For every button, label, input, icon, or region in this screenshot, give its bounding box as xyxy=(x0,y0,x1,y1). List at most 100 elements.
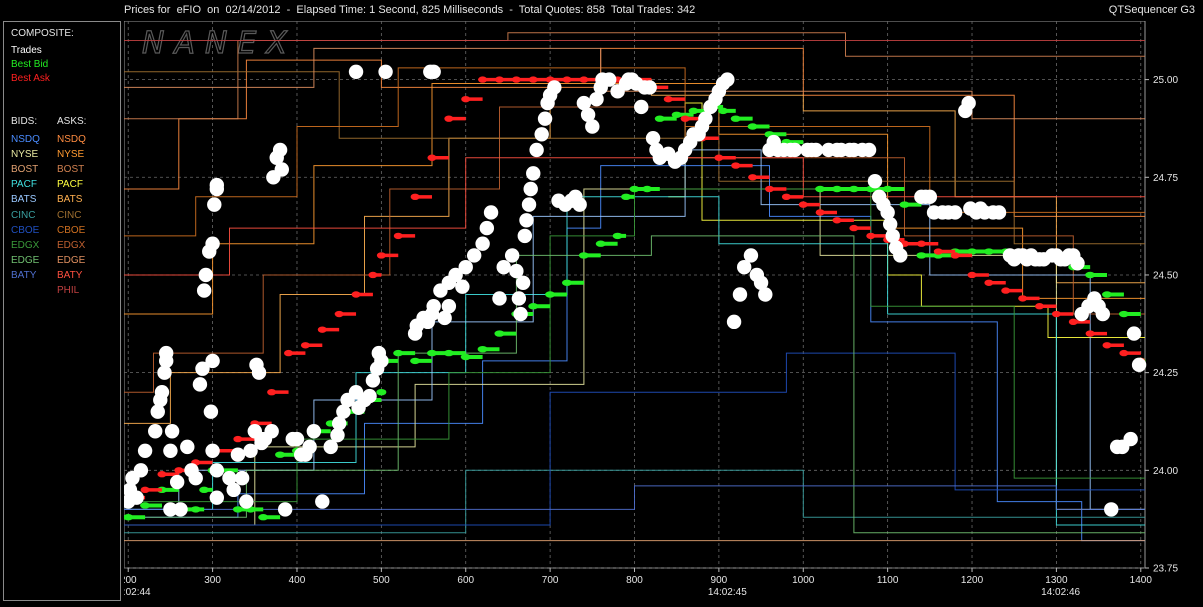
price-chart: NANEX 23.75 24.00 24.25 24.50 24.75 25.00 200… xyxy=(124,21,1178,598)
y-tick-label: 23.75 xyxy=(1153,564,1178,575)
trade-point xyxy=(758,287,773,302)
trade-point xyxy=(947,205,963,220)
trade-point xyxy=(1070,256,1085,271)
legend-bid-bost: BOST xyxy=(11,164,39,176)
trade-point xyxy=(537,111,553,126)
trade-point xyxy=(458,259,473,275)
trade-point xyxy=(867,173,883,189)
legend-bid-edgx: EDGX xyxy=(11,239,40,251)
trade-point xyxy=(348,64,364,79)
x-axis: 200 300 400 500 600 700 800 900 1000 1100 1200 1300… xyxy=(124,568,1152,598)
trade-point xyxy=(496,259,511,275)
trade-point xyxy=(264,424,279,439)
trade-point xyxy=(205,236,220,251)
trade-point xyxy=(154,384,170,400)
trade-point xyxy=(289,431,305,447)
trade-point xyxy=(585,119,600,134)
trade-point xyxy=(743,248,759,263)
legend-ask-bats: BATS xyxy=(57,194,83,206)
trade-point xyxy=(642,80,657,95)
trade-point xyxy=(306,424,322,439)
legend-ask-nsdq: NSDQ xyxy=(57,134,86,145)
x-tick-label: 200 xyxy=(124,575,137,586)
x-tick-label: 300 xyxy=(204,575,221,586)
trade-point xyxy=(601,72,617,87)
legend-ask-edge: EDGE xyxy=(57,254,86,266)
trade-point xyxy=(515,275,531,290)
trade-point xyxy=(634,99,649,115)
x-tick-label: 1300 xyxy=(1045,575,1068,586)
trade-point xyxy=(523,181,538,197)
trade-point xyxy=(148,424,163,439)
trade-point xyxy=(808,142,824,158)
trade-point xyxy=(164,424,180,439)
trade-point xyxy=(441,299,457,314)
trade-point xyxy=(129,490,144,505)
time-label: 14:02:45 xyxy=(708,587,747,598)
bids-heading: BIDS: xyxy=(11,116,38,127)
legend-ask-bost: BOST xyxy=(57,164,85,176)
legend-bid-baty: BATY xyxy=(11,269,37,281)
nanex-watermark: NANEX xyxy=(142,26,297,61)
y-tick-label: 24.00 xyxy=(1153,466,1178,477)
y-tick-label: 24.75 xyxy=(1153,173,1178,184)
trade-point xyxy=(732,287,748,302)
trade-point xyxy=(991,205,1007,220)
legend-bid-pacf: PACF xyxy=(11,179,37,191)
trade-point xyxy=(1123,431,1138,447)
trade-point xyxy=(1126,326,1142,341)
trade-point xyxy=(209,490,225,505)
y-axis: 23.75 24.00 24.25 24.50 24.75 25.00 xyxy=(1145,75,1178,575)
trade-point xyxy=(922,189,938,205)
legend-ask-cboe: CBOE xyxy=(57,224,86,236)
x-tick-label: 700 xyxy=(542,575,559,586)
trade-point xyxy=(526,166,541,181)
legend-ask-pacf: PACF xyxy=(57,179,83,191)
trade-point xyxy=(169,474,185,490)
x-tick-label: 1100 xyxy=(877,575,899,586)
trade-point xyxy=(207,197,222,212)
trade-point xyxy=(272,142,288,158)
title-bar: Prices for eFIO on 02/14/2012 - Elapsed … xyxy=(0,0,1203,20)
trade-point xyxy=(302,439,317,455)
trade-point xyxy=(504,248,520,263)
trade-point xyxy=(787,142,803,158)
trade-point xyxy=(426,64,441,79)
trade-point xyxy=(547,80,562,95)
trade-point xyxy=(192,377,208,392)
trade-point xyxy=(251,365,267,380)
y-tick-label: 25.00 xyxy=(1153,75,1178,86)
trade-point xyxy=(203,404,219,419)
trade-point xyxy=(163,443,178,458)
legend-bid-cboe: CBOE xyxy=(11,224,40,236)
trade-point xyxy=(254,435,269,451)
brand-label: QTSequencer G3 xyxy=(1108,4,1195,16)
trade-point xyxy=(529,142,544,158)
composite-heading: COMPOSITE: xyxy=(11,28,74,39)
trade-point xyxy=(720,72,735,87)
trade-point xyxy=(893,248,908,263)
legend-bid-cinc: CINC xyxy=(11,209,36,221)
trade-point xyxy=(475,236,490,251)
trade-point xyxy=(188,470,203,486)
trade-point xyxy=(205,353,220,369)
trade-point xyxy=(726,314,742,330)
trade-point xyxy=(513,306,528,322)
trade-point xyxy=(861,142,877,158)
trade-point xyxy=(511,291,527,306)
chart-title: Prices for eFIO on 02/14/2012 - Elapsed … xyxy=(124,4,696,16)
legend-ask-baty: BATY xyxy=(57,269,83,281)
trade-point xyxy=(209,177,225,193)
trade-point xyxy=(209,463,225,478)
trade-point xyxy=(173,502,188,517)
x-tick-label: 900 xyxy=(711,575,728,586)
legend-trades: Trades xyxy=(11,45,42,56)
legend-ask-phil: PHIL xyxy=(57,285,80,296)
trade-point xyxy=(572,197,587,212)
trade-point xyxy=(315,494,330,509)
trade-point xyxy=(133,463,149,478)
time-label: 14:02:46 xyxy=(1041,587,1080,598)
trade-point xyxy=(198,267,214,283)
asks-heading: ASKS: xyxy=(57,116,87,127)
trade-point xyxy=(455,279,470,294)
